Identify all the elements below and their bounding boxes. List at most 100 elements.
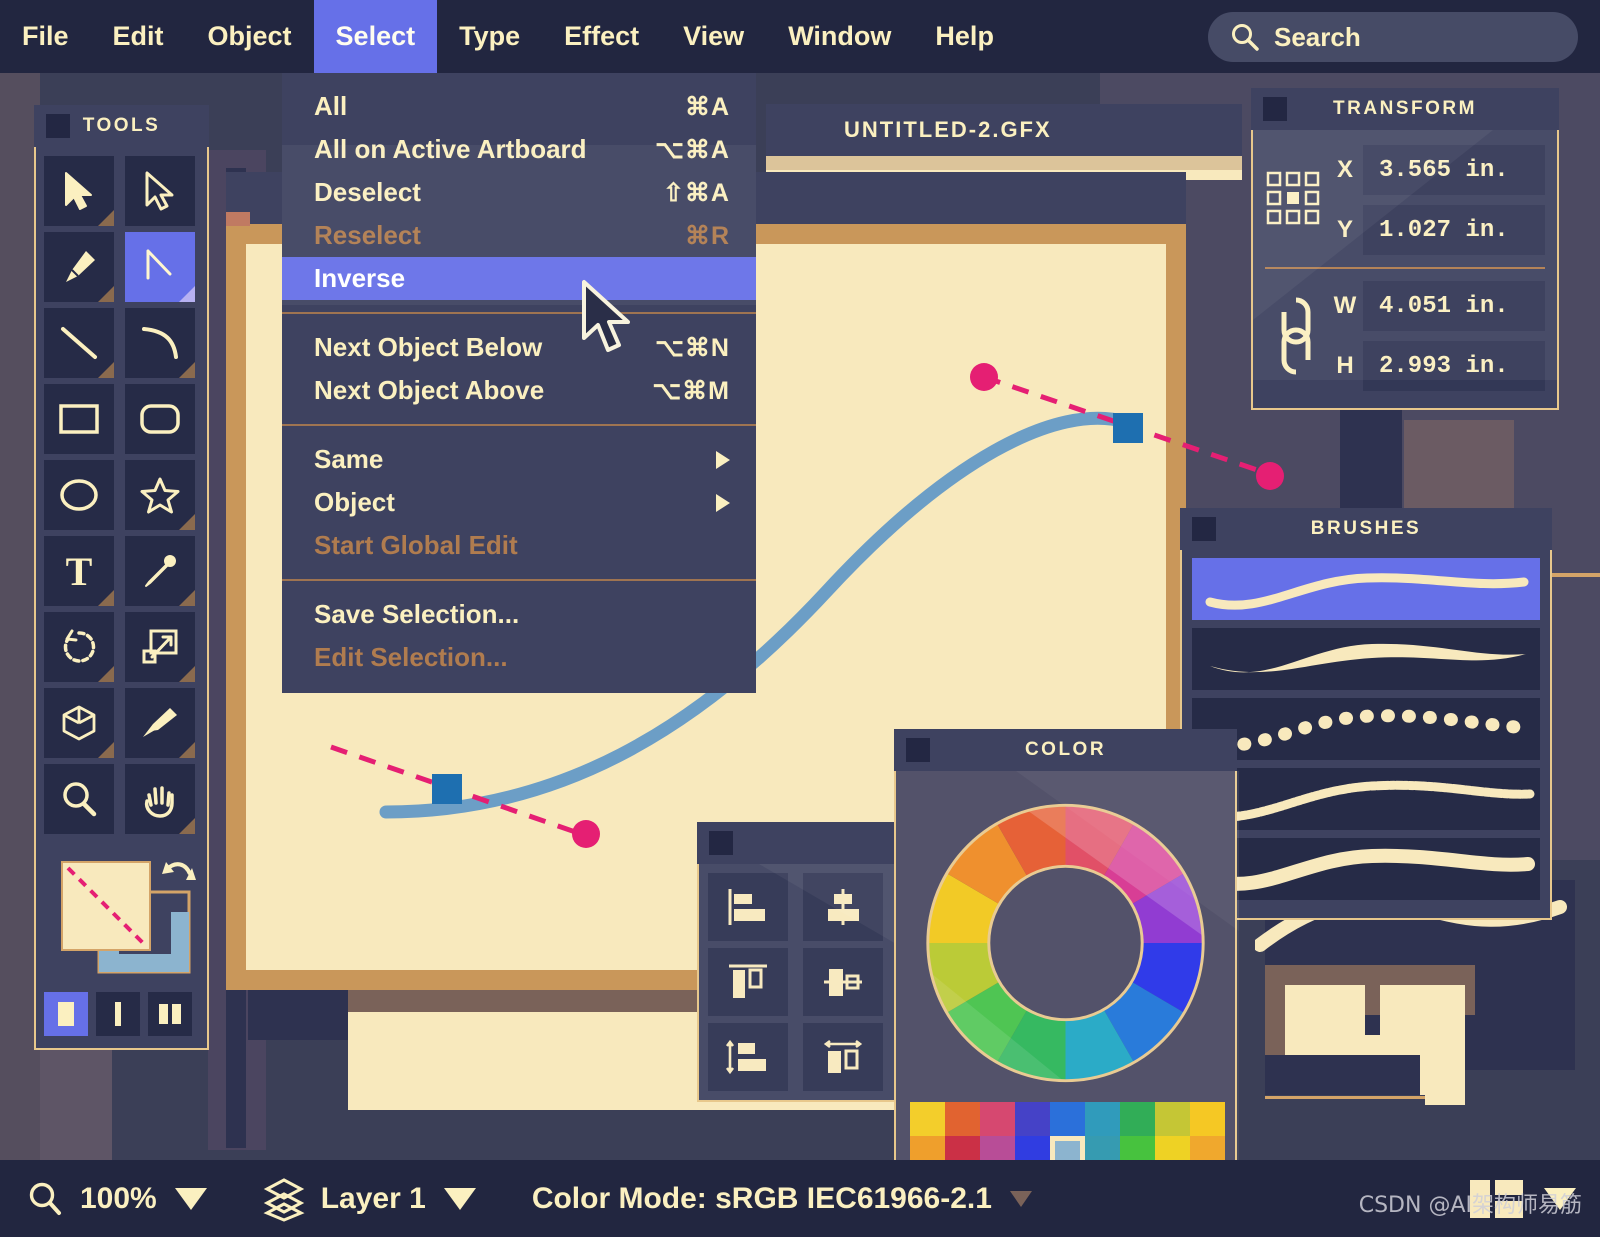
menu-object[interactable]: Object	[186, 0, 314, 73]
zoom-control[interactable]: 100%	[26, 1180, 207, 1218]
swatch[interactable]	[1050, 1102, 1085, 1136]
layer-chevron-down-icon[interactable]	[444, 1188, 476, 1210]
zoom-tool[interactable]	[44, 764, 114, 834]
color-panel-header[interactable]: COLOR	[894, 729, 1237, 771]
anchor-point-tool[interactable]	[125, 232, 195, 302]
menu-type[interactable]: Type	[437, 0, 542, 73]
transform-w-field[interactable]: 4.051 in.	[1363, 281, 1545, 331]
tool-flyout-indicator-icon[interactable]	[98, 362, 114, 378]
menu-item-all[interactable]: All ⌘A	[282, 85, 756, 128]
swatch[interactable]	[1085, 1102, 1120, 1136]
tool-flyout-indicator-icon[interactable]	[179, 742, 195, 758]
menu-item-same[interactable]: Same	[282, 438, 756, 481]
swatch[interactable]	[1190, 1102, 1225, 1136]
swatch[interactable]	[910, 1102, 945, 1136]
line-tool[interactable]	[44, 308, 114, 378]
menu-item-all-on-active-artboard[interactable]: All on Active Artboard ⌥⌘A	[282, 128, 756, 171]
panel-collapse-icon[interactable]	[906, 738, 930, 762]
tool-flyout-indicator-icon[interactable]	[179, 818, 195, 834]
brush-charcoal-stroke[interactable]	[1192, 768, 1540, 830]
align-top-edges-button[interactable]	[708, 948, 788, 1016]
tool-flyout-indicator-icon[interactable]	[179, 286, 195, 302]
star-tool[interactable]	[125, 460, 195, 530]
menu-file[interactable]: File	[0, 0, 91, 73]
presentation-mode-button[interactable]	[148, 992, 192, 1036]
panel-collapse-icon[interactable]	[1263, 97, 1287, 121]
tool-flyout-indicator-icon[interactable]	[179, 590, 195, 606]
tool-flyout-indicator-icon[interactable]	[98, 742, 114, 758]
bezier-anchor-point[interactable]	[1113, 413, 1143, 443]
bezier-handle-dot[interactable]	[572, 820, 600, 848]
color-mode-control[interactable]: Color Mode: sRGB IEC61966-2.1	[532, 1182, 1032, 1216]
layer-control[interactable]: Layer 1	[263, 1176, 476, 1222]
rectangle-tool[interactable]	[44, 384, 114, 454]
transform-h-field[interactable]: 2.993 in.	[1363, 341, 1545, 391]
bezier-anchor-point[interactable]	[432, 774, 462, 804]
brush-dotted-stroke[interactable]	[1192, 698, 1540, 760]
align-left-edges-button[interactable]	[708, 873, 788, 941]
align-vertical-center-button[interactable]	[803, 948, 883, 1016]
hand-tool[interactable]	[125, 764, 195, 834]
scale-tool[interactable]	[125, 612, 195, 682]
fill-stroke-preview[interactable]	[44, 848, 199, 978]
paintbrush-tool[interactable]	[125, 688, 195, 758]
panel-collapse-icon[interactable]	[46, 114, 70, 138]
arc-tool[interactable]	[125, 308, 195, 378]
brush-tapered-stroke[interactable]	[1192, 628, 1540, 690]
tools-panel-header[interactable]: TOOLS	[34, 105, 209, 147]
swatch[interactable]	[1155, 1102, 1190, 1136]
color-mode-chevron-down-icon[interactable]	[1010, 1191, 1032, 1207]
menu-window[interactable]: Window	[766, 0, 913, 73]
tool-flyout-indicator-icon[interactable]	[179, 514, 195, 530]
distribute-vertical-space-button[interactable]	[708, 1023, 788, 1091]
color-wheel-icon[interactable]	[918, 793, 1213, 1093]
panel-collapse-icon[interactable]	[1192, 517, 1216, 541]
rotate-tool[interactable]	[44, 612, 114, 682]
swatch[interactable]	[1120, 1102, 1155, 1136]
menu-item-deselect[interactable]: Deselect ⇧⌘A	[282, 171, 756, 214]
swatch[interactable]	[980, 1102, 1015, 1136]
swatch[interactable]	[1015, 1102, 1050, 1136]
ellipse-tool[interactable]	[44, 460, 114, 530]
menu-item-object[interactable]: Object	[282, 481, 756, 524]
menu-item-inverse[interactable]: Inverse	[282, 257, 756, 300]
align-horizontal-center-button[interactable]	[803, 873, 883, 941]
tool-flyout-indicator-icon[interactable]	[179, 362, 195, 378]
menu-help[interactable]: Help	[913, 0, 1016, 73]
swatch[interactable]	[945, 1102, 980, 1136]
brush-round-stroke[interactable]	[1192, 838, 1540, 900]
tool-flyout-indicator-icon[interactable]	[179, 666, 195, 682]
brushes-panel-header[interactable]: BRUSHES	[1180, 508, 1552, 550]
search-input[interactable]: Search	[1208, 12, 1578, 62]
normal-screen-mode-button[interactable]	[44, 992, 88, 1036]
menu-item-next-object-above[interactable]: Next Object Above ⌥⌘M	[282, 369, 756, 412]
document-tab-title[interactable]: UNTITLED-2.GFX	[766, 104, 1242, 156]
bezier-handle-dot[interactable]	[970, 363, 998, 391]
eyedropper-tool[interactable]	[125, 536, 195, 606]
tool-flyout-indicator-icon[interactable]	[98, 590, 114, 606]
full-screen-mode-button[interactable]	[96, 992, 140, 1036]
tool-flyout-indicator-icon[interactable]	[98, 210, 114, 226]
selection-tool[interactable]	[44, 156, 114, 226]
transform-panel-header[interactable]: TRANSFORM	[1251, 88, 1559, 130]
zoom-chevron-down-icon[interactable]	[175, 1188, 207, 1210]
brush-basic-stroke[interactable]	[1192, 558, 1540, 620]
tool-flyout-indicator-icon[interactable]	[98, 666, 114, 682]
menu-select[interactable]: Select	[314, 0, 438, 73]
transform-x-field[interactable]: 3.565 in.	[1363, 145, 1545, 195]
tool-flyout-indicator-icon[interactable]	[98, 286, 114, 302]
transform-y-field[interactable]: 1.027 in.	[1363, 205, 1545, 255]
3d-extrude-tool[interactable]	[44, 688, 114, 758]
menu-effect[interactable]: Effect	[542, 0, 661, 73]
panel-collapse-icon[interactable]	[709, 831, 733, 855]
distribute-horizontal-space-button[interactable]	[803, 1023, 883, 1091]
pen-tool[interactable]	[44, 232, 114, 302]
reference-point-grid-icon[interactable]	[1265, 170, 1327, 231]
menu-item-next-object-below[interactable]: Next Object Below ⌥⌘N	[282, 326, 756, 369]
direct-selection-tool[interactable]	[125, 156, 195, 226]
menu-item-save-selection[interactable]: Save Selection...	[282, 593, 756, 636]
bezier-handle-dot[interactable]	[1256, 462, 1284, 490]
menu-view[interactable]: View	[661, 0, 766, 73]
rounded-rectangle-tool[interactable]	[125, 384, 195, 454]
type-tool[interactable]: T	[44, 536, 114, 606]
